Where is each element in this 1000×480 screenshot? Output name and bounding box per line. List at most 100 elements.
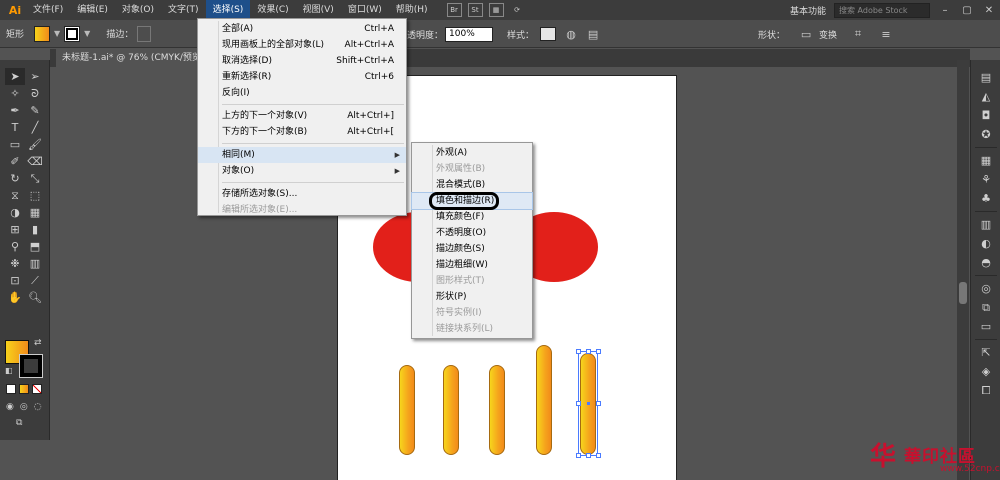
menu-item-next-object-above[interactable]: 上方的下一个对象(V) Alt+Ctrl+] [198, 108, 406, 124]
appearance-panel-icon[interactable]: ◘ [971, 106, 1000, 125]
submenu-item-fill-and-stroke[interactable]: 填色和描边(R) [411, 192, 533, 210]
menu-item-save-selection[interactable]: 存储所选对象(S)... [198, 186, 406, 202]
submenu-item-fill-color[interactable]: 填充颜色(F) [412, 209, 532, 225]
libraries-panel-icon[interactable]: ◭ [971, 87, 1000, 106]
mesh-tool-icon[interactable]: ⊞ [5, 221, 25, 238]
minimize-icon[interactable]: – [938, 5, 952, 16]
lasso-icon[interactable]: ᘐ [25, 85, 45, 102]
menu-type[interactable]: 文字(T) [161, 0, 206, 20]
shape-icon[interactable]: ▭ [799, 27, 813, 41]
properties-panel-icon[interactable]: ▤ [971, 68, 1000, 87]
line-tool-icon[interactable]: ╱ [25, 119, 45, 136]
brushes-panel-icon[interactable]: ⚘ [971, 170, 1000, 189]
swap-fill-stroke-icon[interactable]: ⇄ [34, 338, 42, 348]
scrollbar-track[interactable] [957, 60, 969, 480]
graphic-style-swatch[interactable] [540, 27, 557, 41]
graphic-styles-panel-icon[interactable]: ✪ [971, 125, 1000, 144]
selection-handle[interactable] [586, 453, 591, 458]
document-tab[interactable]: 未标题-1.ai* @ 76% (CMYK/预览) [56, 49, 206, 67]
align-panel-icon[interactable]: ▭ [971, 317, 1000, 336]
menu-view[interactable]: 视图(V) [296, 0, 341, 20]
menu-item-next-object-below[interactable]: 下方的下一个对象(B) Alt+Ctrl+[ [198, 124, 406, 140]
close-icon[interactable]: ✕ [982, 5, 996, 16]
layers-panel-icon[interactable]: ◈ [971, 362, 1000, 381]
artboard-tool-icon[interactable]: ⊡ [5, 272, 25, 289]
selection-handle[interactable] [576, 349, 581, 354]
stock-search-input[interactable]: 搜索 Adobe Stock [834, 2, 930, 18]
menu-help[interactable]: 帮助(H) [389, 0, 435, 20]
selection-tool-icon[interactable]: ➤ [5, 68, 25, 85]
gradient-bar-2[interactable] [443, 365, 459, 455]
scrollbar-thumb[interactable] [959, 282, 967, 304]
gradient-bar-3[interactable] [489, 365, 505, 455]
slice-tool-icon[interactable]: ⟋ [25, 272, 45, 289]
menu-item-select-all[interactable]: 全部(A) Ctrl+A [198, 21, 406, 37]
eyedropper-icon[interactable]: ⚲ [5, 238, 25, 255]
gpu-performance-icon[interactable]: ⟳ [510, 3, 525, 17]
pen-tool-icon[interactable]: ✒ [5, 102, 25, 119]
column-graph-icon[interactable]: ▥ [25, 255, 45, 272]
maximize-icon[interactable]: ▢ [960, 5, 974, 16]
magic-wand-icon[interactable]: ✧ [5, 85, 25, 102]
transform-button[interactable]: 变换 [819, 28, 837, 41]
recolor-icon[interactable]: ◍ [564, 27, 578, 41]
selection-handle[interactable] [596, 401, 601, 406]
export-panel-icon[interactable]: ⇱ [971, 343, 1000, 362]
selection-handle[interactable] [576, 453, 581, 458]
paintbrush-icon[interactable]: 🖌 [25, 136, 45, 153]
submenu-item-blending-mode[interactable]: 混合模式(B) [412, 177, 532, 193]
menu-effect[interactable]: 效果(C) [250, 0, 295, 20]
menu-edit[interactable]: 编辑(E) [70, 0, 115, 20]
zoom-tool-icon[interactable]: 🔍︎ [25, 289, 45, 306]
width-tool-icon[interactable]: ⧖ [5, 187, 25, 204]
selection-handle[interactable] [586, 349, 591, 354]
selection-handle[interactable] [596, 349, 601, 354]
isolate-icon[interactable]: ⌗ [851, 27, 865, 41]
selection-handle[interactable] [596, 453, 601, 458]
opacity-input[interactable]: 100% [445, 26, 494, 42]
menu-file[interactable]: 文件(F) [26, 0, 70, 20]
menu-item-same[interactable]: 相同(M) ▶ [198, 147, 406, 163]
menu-window[interactable]: 窗口(W) [341, 0, 389, 20]
submenu-item-appearance[interactable]: 外观(A) [412, 145, 532, 161]
pathfinder-panel-icon[interactable]: ⧉ [971, 298, 1000, 317]
none-mode-icon[interactable] [32, 384, 42, 394]
submenu-item-opacity[interactable]: 不透明度(O) [412, 225, 532, 241]
workspace-switcher[interactable]: 基本功能 [790, 4, 826, 17]
selection-handle[interactable] [576, 401, 581, 406]
artboards-panel-icon[interactable]: ⧠ [971, 381, 1000, 400]
submenu-item-shape[interactable]: 形状(P) [412, 289, 532, 305]
submenu-item-stroke-weight[interactable]: 描边粗细(W) [412, 257, 532, 273]
default-colors-icon[interactable]: ◧ [5, 366, 13, 375]
shape-builder-icon[interactable]: ◑ [5, 204, 25, 221]
direct-selection-tool-icon[interactable]: ➢ [25, 68, 45, 85]
menu-item-select-all-artboard[interactable]: 现用画板上的全部对象(L) Alt+Ctrl+A [198, 37, 406, 53]
draw-behind-icon[interactable]: ◎ [20, 402, 28, 412]
menu-select[interactable]: 选择(S) [205, 0, 251, 20]
stroke-panel-icon[interactable]: ◎ [971, 279, 1000, 298]
submenu-item-stroke-color[interactable]: 描边颜色(S) [412, 241, 532, 257]
menu-item-deselect[interactable]: 取消选择(D) Shift+Ctrl+A [198, 53, 406, 69]
fill-swatch[interactable] [34, 25, 51, 42]
rectangle-tool-icon[interactable]: ▭ [5, 136, 25, 153]
menu-item-reselect[interactable]: 重新选择(R) Ctrl+6 [198, 69, 406, 85]
stroke-color-box[interactable] [19, 354, 43, 378]
curvature-tool-icon[interactable]: ✎ [25, 102, 45, 119]
stroke-weight-stepper[interactable] [137, 25, 152, 42]
symbols-panel-icon[interactable]: ♣ [971, 189, 1000, 208]
menu-object[interactable]: 对象(O) [115, 0, 161, 20]
scale-tool-icon[interactable]: ⤡ [25, 170, 45, 187]
fill-dropdown-icon[interactable]: ▼ [54, 29, 60, 38]
gradient-tool-icon[interactable]: ▮ [25, 221, 45, 238]
shaper-tool-icon[interactable]: ✐ [5, 153, 25, 170]
hand-tool-icon[interactable]: ✋ [5, 289, 25, 306]
gradient-mode-icon[interactable] [19, 384, 29, 394]
rotate-tool-icon[interactable]: ↻ [5, 170, 25, 187]
align-icon[interactable]: ▤ [586, 27, 600, 41]
gradient-panel-icon[interactable]: ◐ [971, 234, 1000, 253]
transparency-panel-icon[interactable]: ◓ [971, 253, 1000, 272]
free-transform-icon[interactable]: ⬚ [25, 187, 45, 204]
gradient-bar-4[interactable] [536, 345, 552, 455]
gradient-bar-1[interactable] [399, 365, 415, 455]
arrange-documents-icon[interactable]: ▦ [488, 3, 504, 17]
